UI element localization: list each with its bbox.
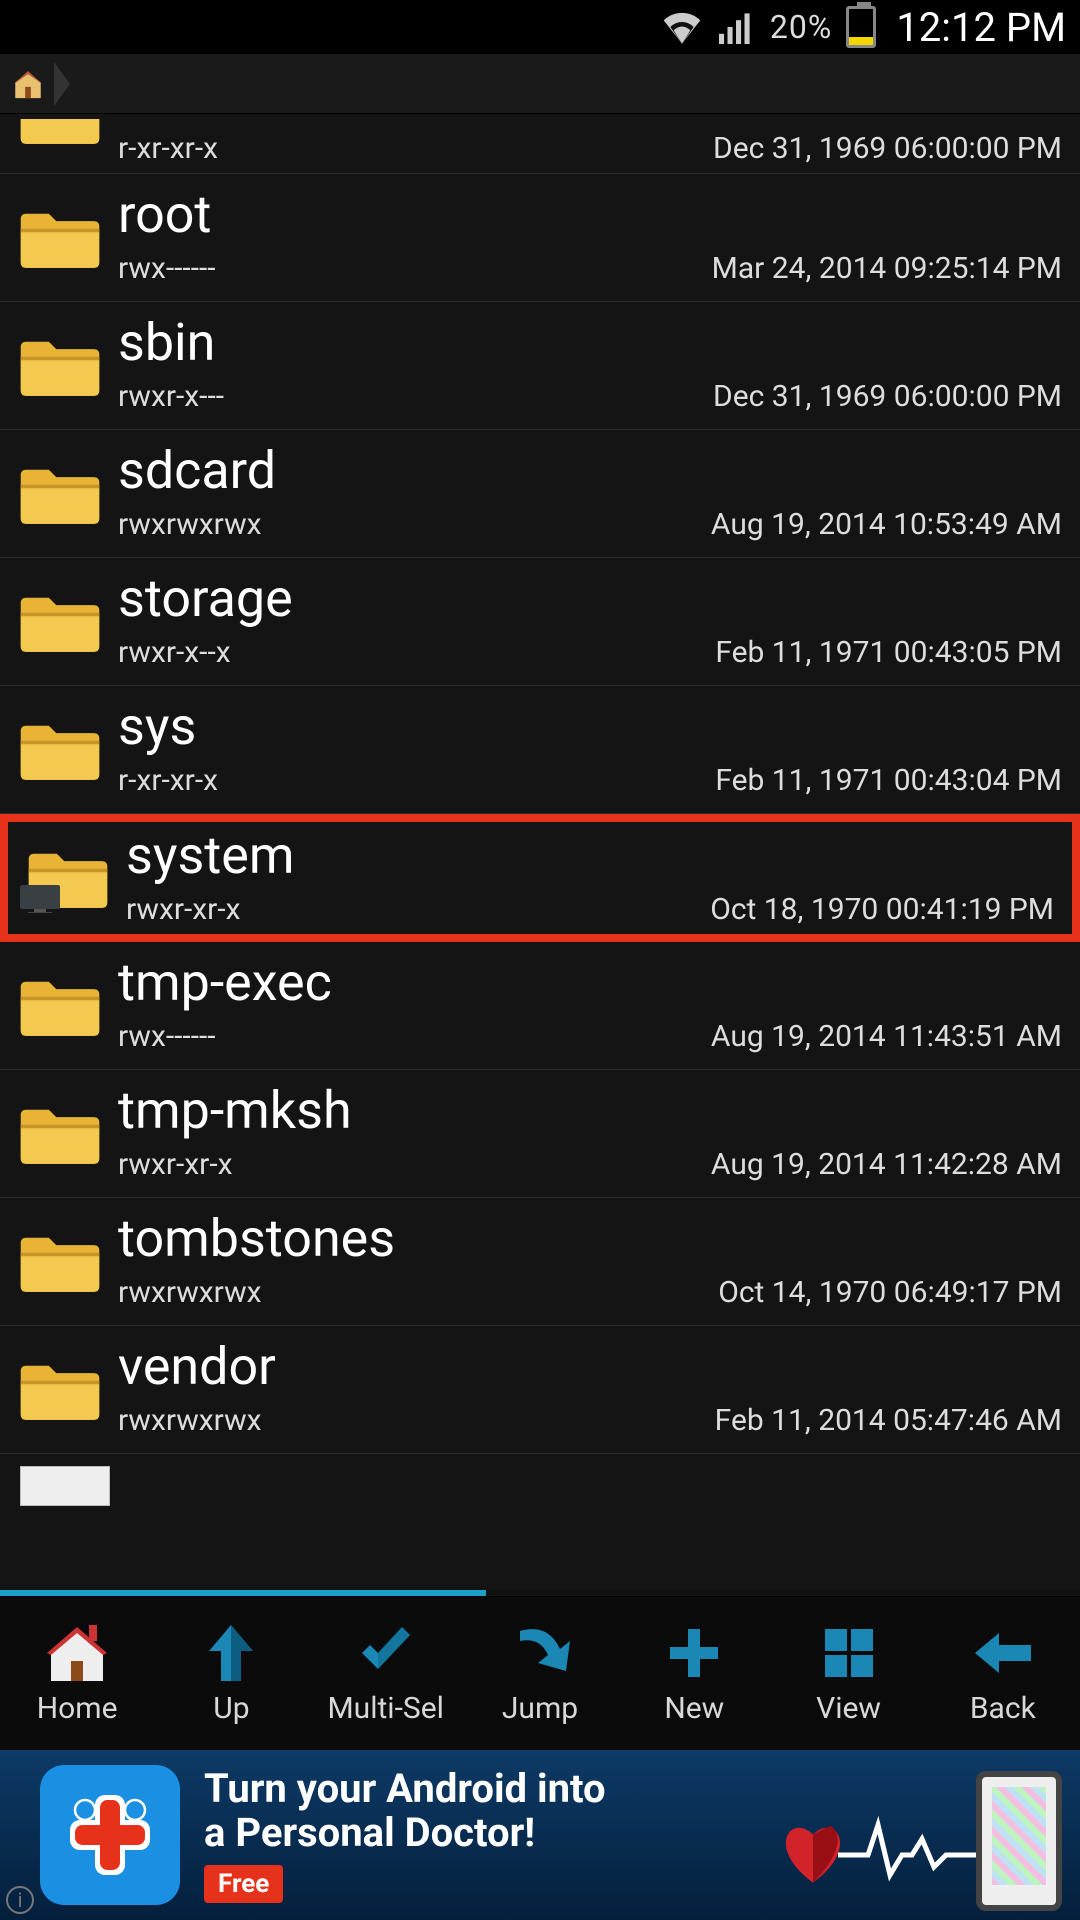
file-permissions: rwxrwxrwx [118,1403,262,1438]
toolbar-up-button[interactable]: Up [154,1621,308,1726]
file-permissions: rwxr-x--x [118,635,231,670]
file-date: Aug 19, 2014 11:42:28 AM [711,1147,1062,1182]
file-name: system [126,830,1054,882]
folder-icon [10,586,110,658]
file-name: root [118,189,1062,241]
file-name: sbin [118,317,1062,369]
file-row-partial[interactable]: r-xr-xr-x Dec 31, 1969 06:00:00 PM [0,114,1080,174]
bottom-toolbar: Home Up Multi-Sel Jump New View Back [0,1596,1080,1750]
file-name: vendor [118,1341,1062,1393]
file-name: tmp-exec [118,957,1062,1009]
file-name [128,1475,1062,1518]
ad-art [768,1765,1068,1905]
signal-icon [716,10,756,44]
file-date: Feb 11, 2014 05:47:46 AM [715,1403,1062,1438]
toolbar-label: Multi-Sel [327,1691,443,1726]
breadcrumb-separator-icon [54,62,70,106]
file-row-sys[interactable]: sys r-xr-xr-x Feb 11, 1971 00:43:04 PM [0,686,1080,814]
folder-icon [10,970,110,1042]
file-name: storage [118,573,1062,625]
file-permissions: rwxr-xr-x [118,1147,233,1182]
wifi-icon [662,10,702,44]
toolbar-multisel-button[interactable]: Multi-Sel [309,1621,463,1726]
view-icon [817,1621,881,1685]
file-list[interactable]: r-xr-xr-x Dec 31, 1969 06:00:00 PM root rwx… [0,114,1080,1590]
toolbar-view-button[interactable]: View [771,1621,925,1726]
battery-icon [846,6,876,48]
file-date: Oct 18, 1970 00:41:19 PM [710,892,1054,927]
file-permissions: rwxr-x--- [118,379,224,414]
file-row-sbin[interactable]: sbin rwxr-x--- Dec 31, 1969 06:00:00 PM [0,302,1080,430]
file-date: Feb 11, 1971 00:43:04 PM [715,763,1062,798]
ad-free-badge: Free [204,1865,283,1903]
file-row-tmp-exec[interactable]: tmp-exec rwx------ Aug 19, 2014 11:43:51 A… [0,942,1080,1070]
toolbar-label: Home [37,1691,118,1726]
status-bar: 20% 12:12 PM [0,0,1080,54]
toolbar-back-button[interactable]: Back [926,1621,1080,1726]
toolbar-jump-button[interactable]: Jump [463,1621,617,1726]
folder-icon [18,842,118,914]
file-row-vendor[interactable]: vendor rwxrwxrwx Feb 11, 2014 05:47:46 AM [0,1326,1080,1454]
file-date: Aug 19, 2014 10:53:49 AM [711,507,1062,542]
up-icon [199,1621,263,1685]
file-row-partial-bottom[interactable] [0,1454,1080,1518]
file-icon [20,1466,110,1506]
home-icon [45,1621,109,1685]
folder-icon [10,458,110,530]
battery-percent: 20% [770,8,832,46]
folder-icon [10,1354,110,1426]
toolbar-label: View [816,1691,881,1726]
ad-line1: Turn your Android into [204,1767,768,1811]
file-row-system[interactable]: system rwxr-xr-x Oct 18, 1970 00:41:19 PM [0,814,1080,942]
toolbar-label: Jump [502,1691,578,1726]
ad-line2: a Personal Doctor! [204,1811,768,1855]
folder-icon [10,330,110,402]
file-name: tmp-mksh [118,1085,1062,1137]
status-clock: 12:12 PM [896,4,1066,51]
file-row-sdcard[interactable]: sdcard rwxrwxrwx Aug 19, 2014 10:53:49 AM [0,430,1080,558]
scroll-indicator [0,1590,1080,1596]
file-permissions: rwxrwxrwx [118,1275,262,1310]
folder-icon [10,119,110,169]
ad-text: Turn your Android into a Personal Doctor… [204,1767,768,1903]
toolbar-home-button[interactable]: Home [0,1621,154,1726]
file-name: tombstones [118,1213,1062,1265]
file-permissions: rwxr-xr-x [126,892,241,927]
folder-icon [10,1098,110,1170]
file-date: Aug 19, 2014 11:43:51 AM [711,1019,1062,1054]
back-icon [971,1621,1035,1685]
file-row-root[interactable]: root rwx------ Mar 24, 2014 09:25:14 PM [0,174,1080,302]
folder-icon [10,1226,110,1298]
file-name: sys [118,701,1062,753]
ad-banner[interactable]: i Turn your Android into a Personal Doct… [0,1750,1080,1920]
file-row-tombstones[interactable]: tombstones rwxrwxrwx Oct 14, 1970 06:49:17… [0,1198,1080,1326]
breadcrumb[interactable] [0,54,1080,114]
file-date: Feb 11, 1971 00:43:05 PM [715,635,1062,670]
toolbar-new-button[interactable]: New [617,1621,771,1726]
ad-app-icon [40,1765,180,1905]
multisel-icon [354,1621,418,1685]
toolbar-label: Back [970,1691,1036,1726]
folder-icon [10,714,110,786]
file-date: Dec 31, 1969 06:00:00 PM [713,131,1062,166]
folder-icon [10,202,110,274]
ad-phone-icon [976,1771,1062,1911]
file-permissions: r-xr-xr-x [118,131,218,166]
breadcrumb-home-icon[interactable] [6,62,50,106]
file-name: sdcard [118,445,1062,497]
file-row-tmp-mksh[interactable]: tmp-mksh rwxr-xr-x Aug 19, 2014 11:42:28 A… [0,1070,1080,1198]
file-permissions: r-xr-xr-x [118,763,218,798]
file-date: Mar 24, 2014 09:25:14 PM [712,251,1062,286]
jump-icon [508,1621,572,1685]
new-icon [662,1621,726,1685]
file-row-storage[interactable]: storage rwxr-x--x Feb 11, 1971 00:43:05 PM [0,558,1080,686]
toolbar-label: Up [213,1691,249,1726]
file-date: Dec 31, 1969 06:00:00 PM [713,379,1062,414]
file-permissions: rwx------ [118,251,216,286]
ad-info-icon[interactable]: i [6,1886,34,1914]
toolbar-label: New [664,1691,724,1726]
file-date: Oct 14, 1970 06:49:17 PM [718,1275,1062,1310]
file-permissions: rwx------ [118,1019,216,1054]
file-permissions: rwxrwxrwx [118,507,262,542]
